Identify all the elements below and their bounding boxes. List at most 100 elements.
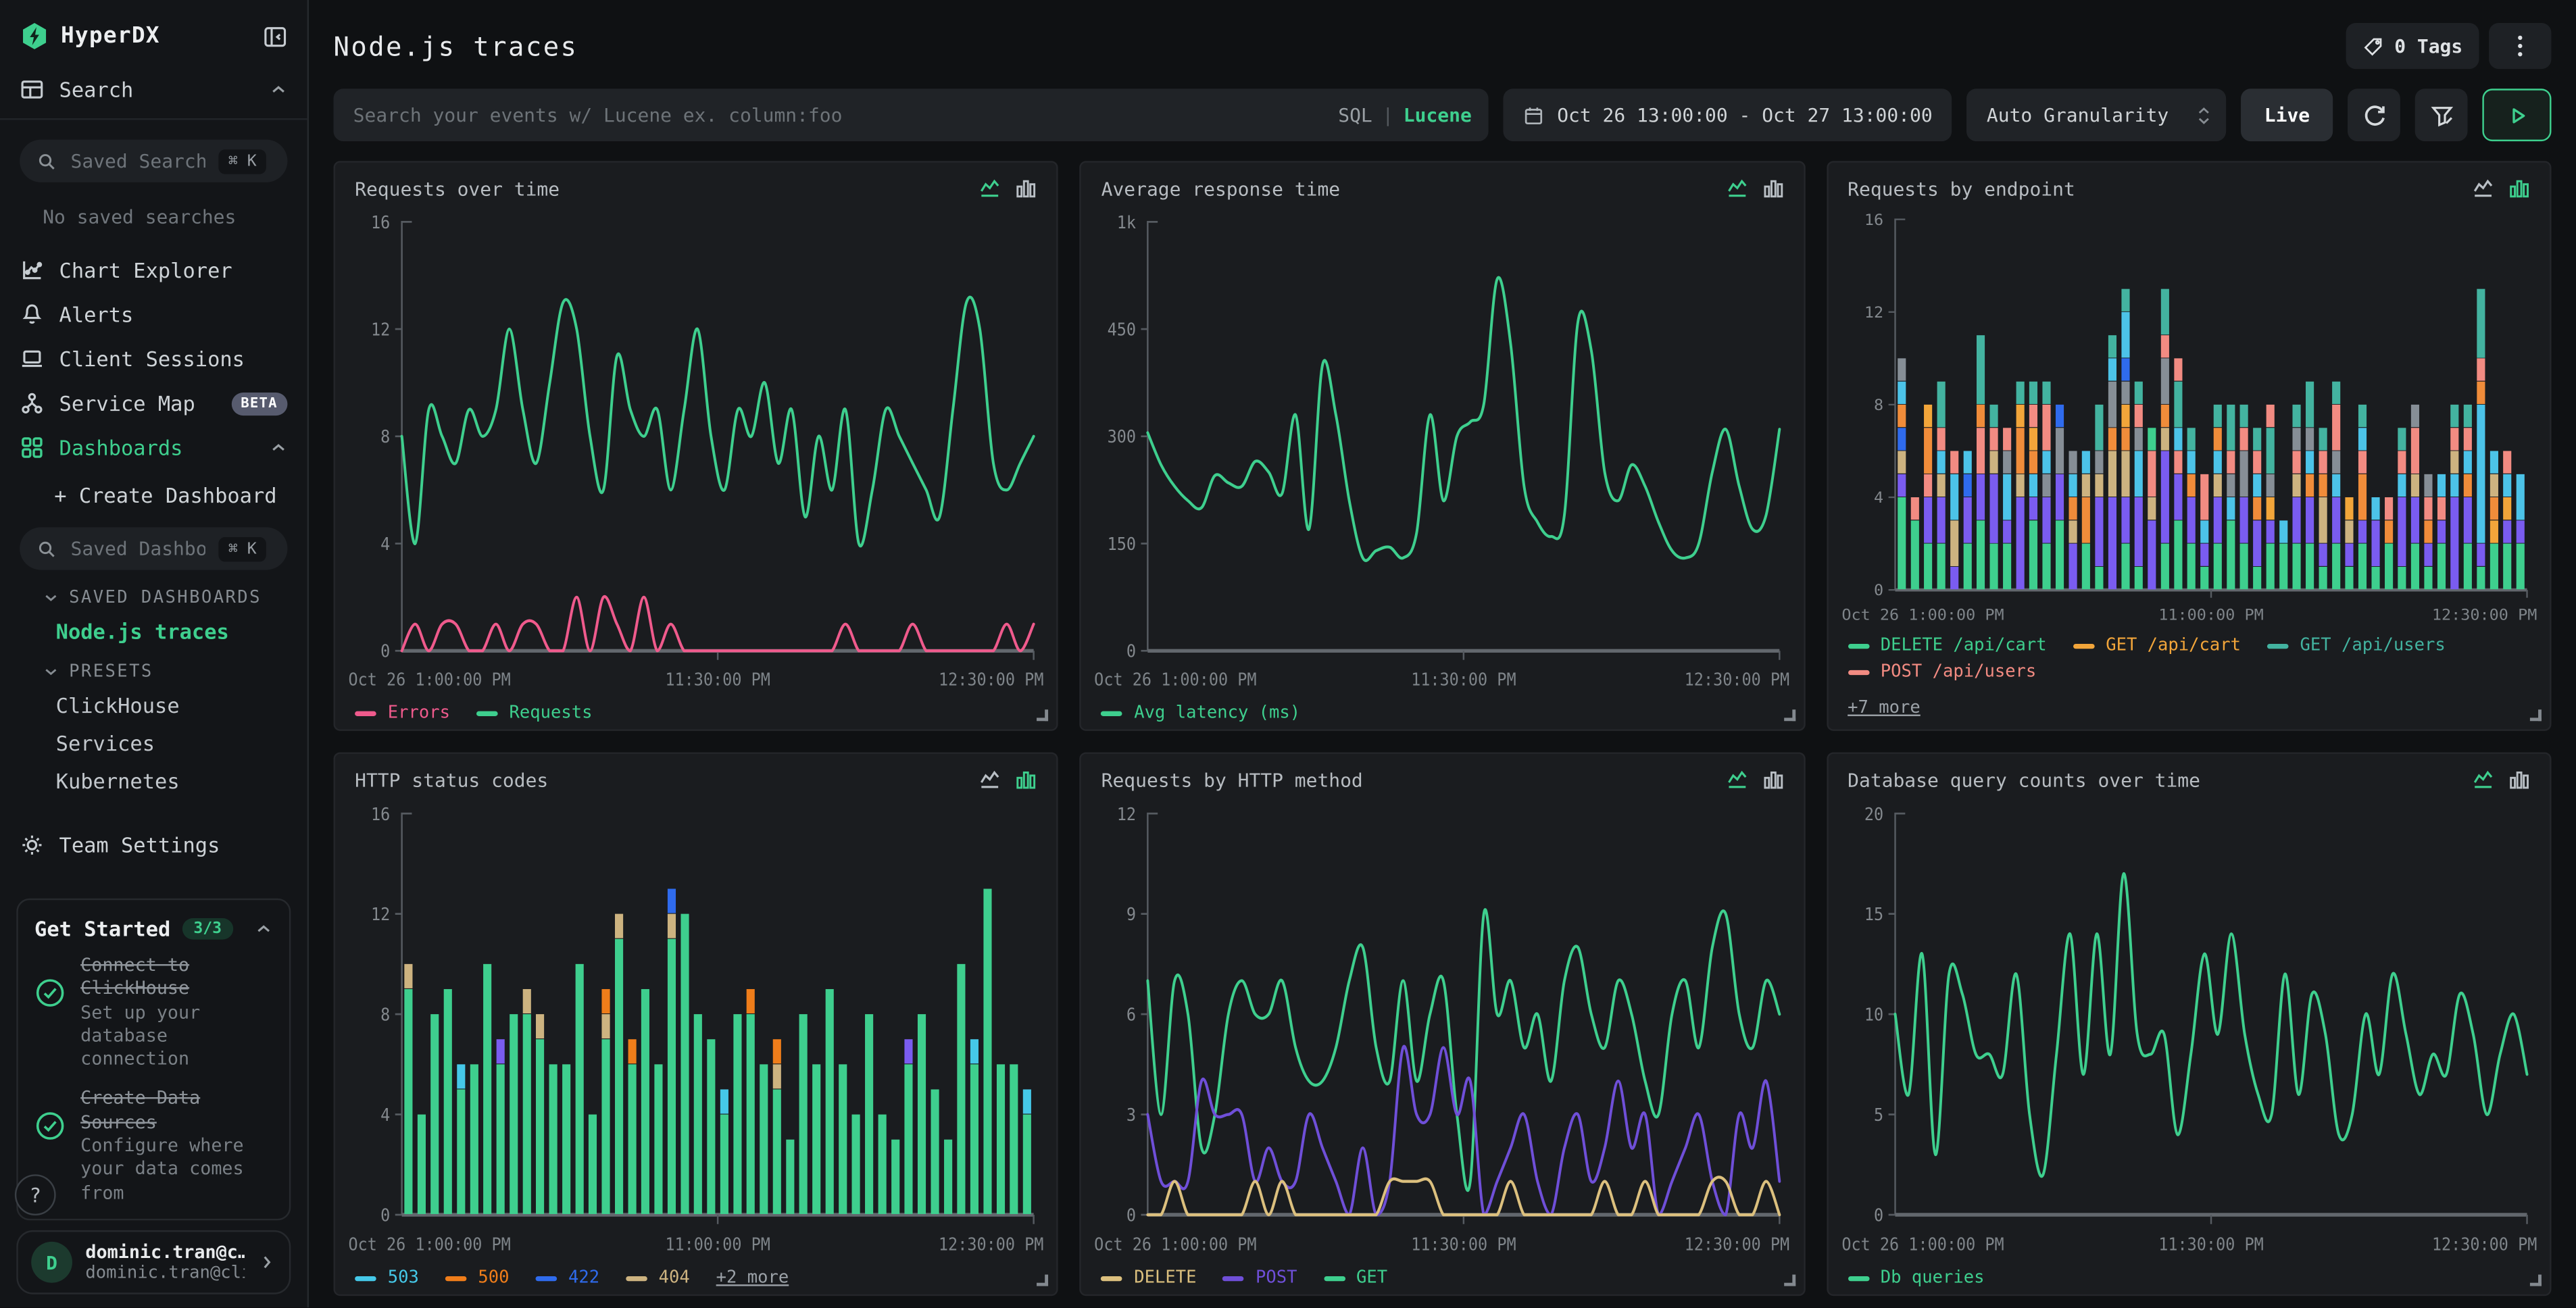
collapse-sidebar-icon[interactable]	[263, 24, 287, 48]
user-menu[interactable]: D dominic.tran@c… dominic.tran@cli…	[16, 1230, 291, 1294]
user-name: dominic.tran@c…	[85, 1242, 245, 1263]
legend-item[interactable]: GET /api/cart	[2073, 636, 2241, 655]
legend-item[interactable]: POST	[1222, 1268, 1297, 1288]
events-search-input[interactable]	[334, 89, 1489, 141]
svg-text:10: 10	[1864, 1005, 1883, 1025]
presets-section[interactable]: PRESETS	[0, 651, 307, 686]
sidebar-item-search[interactable]: Search	[0, 68, 307, 112]
panel-title: Database query counts over time	[1848, 769, 2473, 792]
sidebar-preset-services[interactable]: Services	[0, 724, 307, 762]
legend-item[interactable]: 503	[355, 1268, 419, 1288]
query-language-toggle[interactable]: SQL | Lucene	[1338, 89, 1472, 141]
saved-dashboards-input[interactable]	[68, 536, 209, 562]
legend-label: GET	[1356, 1268, 1387, 1288]
tags-button[interactable]: 0 Tags	[2347, 23, 2479, 69]
legend-item[interactable]: DELETE /api/cart	[1848, 636, 2047, 655]
legend-label: 404	[659, 1268, 690, 1288]
legend-swatch	[476, 710, 498, 715]
legend-more-link[interactable]: +2 more	[716, 1268, 789, 1288]
step-title: Create Data Sources	[80, 1088, 272, 1136]
legend-item[interactable]: DELETE	[1101, 1268, 1197, 1288]
panel-resize-handle[interactable]	[1037, 1275, 1049, 1286]
panel-resize-handle[interactable]	[2530, 709, 2542, 721]
legend-item[interactable]: Requests	[476, 703, 593, 723]
panel-resize-handle[interactable]	[1783, 709, 1795, 721]
line-chart-view-icon[interactable]	[1726, 178, 1748, 199]
svg-text:0: 0	[380, 1205, 390, 1225]
bar-chart-view-icon[interactable]	[1016, 769, 1037, 790]
get-started-step-connect[interactable]: Connect to ClickHouse Set up your databa…	[34, 954, 273, 1072]
chart-legend: DELETE POST GET	[1081, 1263, 1803, 1294]
legend-label: Errors	[388, 703, 450, 723]
create-dashboard-button[interactable]: + Create Dashboard	[0, 470, 307, 520]
sidebar-item-alerts[interactable]: Alerts	[0, 293, 307, 337]
section-label: SAVED DASHBOARDS	[69, 588, 262, 607]
saved-searches-searchbox[interactable]: ⌘ K	[20, 140, 287, 182]
get-started-step-sources[interactable]: Create Data Sources Configure where your…	[34, 1088, 273, 1206]
bar-chart-view-icon[interactable]	[2508, 769, 2530, 790]
sidebar-item-dashboards[interactable]: Dashboards	[0, 426, 307, 470]
svg-text:11:00:00 PM: 11:00:00 PM	[665, 1234, 770, 1254]
sidebar-dashboard-nodejs-traces[interactable]: Node.js traces	[0, 613, 307, 651]
sidebar-item-service-map[interactable]: Service Map BETA	[0, 381, 307, 426]
legend-label: POST /api/users	[1881, 662, 2037, 682]
run-query-button[interactable]	[2482, 89, 2551, 141]
legend-swatch	[1101, 1276, 1123, 1280]
tag-icon	[2363, 35, 2385, 57]
sidebar-item-client-sessions[interactable]: Client Sessions	[0, 336, 307, 381]
legend-item[interactable]: GET /api/users	[2267, 636, 2446, 655]
legend-item[interactable]: Db queries	[1848, 1268, 1984, 1288]
line-chart-view-icon[interactable]	[1726, 769, 1748, 790]
legend-item[interactable]: 404	[626, 1268, 690, 1288]
legend-swatch	[2073, 643, 2095, 648]
date-range-value: Oct 26 13:00:00 - Oct 27 13:00:00	[1557, 103, 1932, 126]
granularity-value: Auto Granularity	[1987, 103, 2171, 126]
bar-chart-view-icon[interactable]	[1762, 769, 1784, 790]
legend-more-link[interactable]: +7 more	[1848, 698, 1921, 718]
sidebar-preset-clickhouse[interactable]: ClickHouse	[0, 686, 307, 724]
legend-swatch	[626, 1276, 647, 1280]
sidebar-item-team-settings[interactable]: Team Settings	[0, 823, 307, 867]
filter-button[interactable]	[2415, 89, 2468, 141]
panel-resize-handle[interactable]	[1783, 1275, 1795, 1286]
live-button[interactable]: Live	[2241, 89, 2333, 141]
bar-chart-view-icon[interactable]	[2508, 178, 2530, 199]
svg-text:Oct 26 1:00:00 PM: Oct 26 1:00:00 PM	[1841, 1234, 2004, 1254]
sidebar-item-chart-explorer[interactable]: Chart Explorer	[0, 248, 307, 293]
sidebar-preset-kubernetes[interactable]: Kubernetes	[0, 762, 307, 800]
search-icon	[36, 538, 57, 559]
legend-item[interactable]: 500	[445, 1268, 510, 1288]
line-chart-view-icon[interactable]	[980, 769, 1001, 790]
granularity-select[interactable]: Auto Granularity	[1967, 89, 2227, 141]
legend-item[interactable]: GET	[1323, 1268, 1387, 1288]
svg-text:4: 4	[380, 1105, 390, 1125]
lucene-toggle[interactable]: Lucene	[1404, 103, 1472, 126]
legend-item[interactable]: 422	[535, 1268, 599, 1288]
line-chart-view-icon[interactable]	[980, 178, 1001, 199]
saved-dashboards-searchbox[interactable]: ⌘ K	[20, 527, 287, 570]
line-chart-view-icon[interactable]	[2473, 769, 2494, 790]
legend-item[interactable]: Avg latency (ms)	[1101, 703, 1301, 723]
svg-text:Oct 26 1:00:00 PM: Oct 26 1:00:00 PM	[348, 1234, 510, 1254]
legend-label: 503	[388, 1268, 419, 1288]
saved-dashboards-section[interactable]: SAVED DASHBOARDS	[0, 576, 307, 612]
legend-item[interactable]: Errors	[355, 703, 450, 723]
refresh-button[interactable]	[2348, 89, 2400, 141]
beta-badge: BETA	[231, 392, 288, 415]
panel-average-response-time: Average response time1k4503001500Oct 26 …	[1080, 161, 1805, 731]
step-title: Connect to ClickHouse	[80, 954, 272, 1001]
line-chart-view-icon[interactable]	[2473, 178, 2494, 199]
sql-toggle[interactable]: SQL	[1338, 103, 1372, 126]
saved-searches-input[interactable]	[68, 148, 209, 174]
bar-chart-view-icon[interactable]	[1016, 178, 1037, 199]
panel-resize-handle[interactable]	[2530, 1275, 2542, 1286]
date-range-picker[interactable]: Oct 26 13:00:00 - Oct 27 13:00:00	[1503, 89, 1952, 141]
dashboard-menu-button[interactable]	[2489, 23, 2551, 69]
chevron-up-icon[interactable]	[255, 920, 273, 938]
svg-text:11:00:00 PM: 11:00:00 PM	[2158, 607, 2263, 624]
legend-item[interactable]: POST /api/users	[1848, 662, 2036, 682]
bar-chart-view-icon[interactable]	[1762, 178, 1784, 199]
panel-resize-handle[interactable]	[1037, 709, 1049, 721]
help-button[interactable]: ?	[15, 1174, 56, 1215]
chart-legend: 503 500 422 404 +2 more	[335, 1263, 1057, 1294]
